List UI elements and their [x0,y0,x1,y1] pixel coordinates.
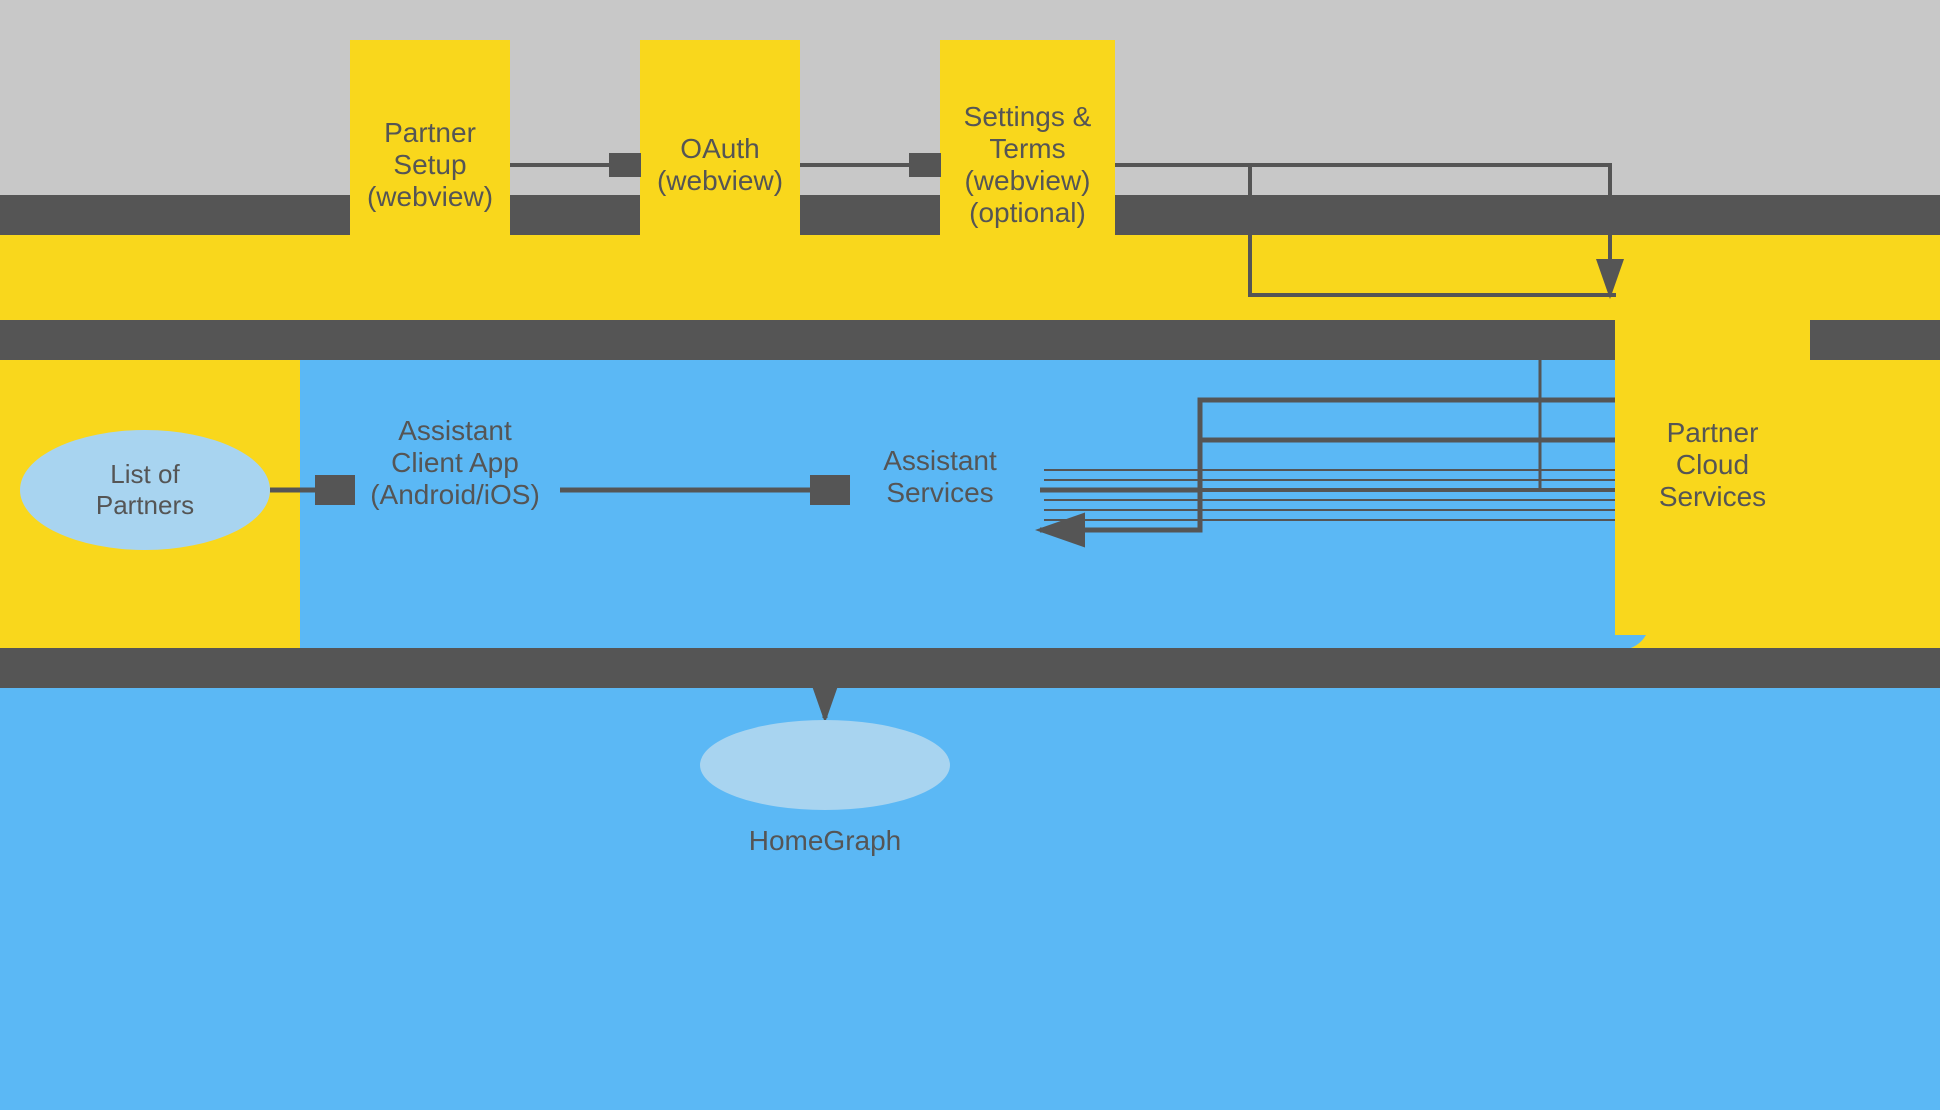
assistant-client-label: Assistant Client App (Android/iOS) [355,415,555,511]
oauth-box: OAuth (webview) [640,40,800,290]
list-of-partners-ellipse: List of Partners [20,430,270,550]
dark-bar-3 [0,648,1940,688]
bg-blue-bottom [0,650,1940,1110]
homegraph-label: HomeGraph [700,825,950,857]
settings-terms-box: Settings & Terms (webview) (optional) [940,40,1115,290]
partner-setup-box: Partner Setup (webview) [350,40,510,290]
partner-cloud-box: Partner Cloud Services [1615,295,1810,635]
assistant-services-label: Assistant Services [840,445,1040,509]
homegraph-ellipse [700,720,950,810]
